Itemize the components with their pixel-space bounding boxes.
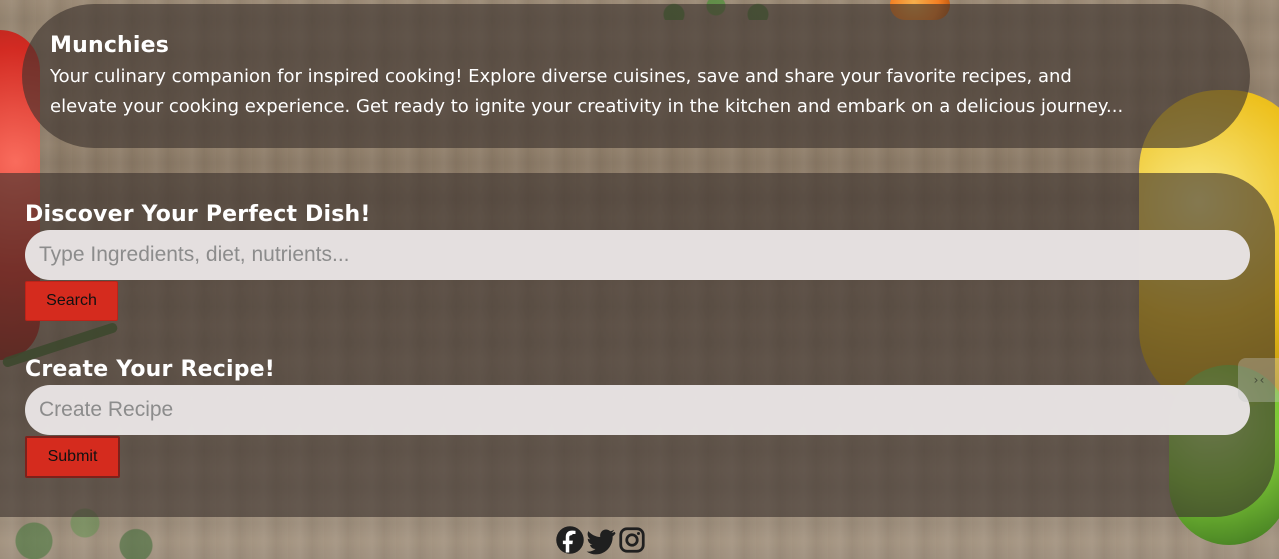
- search-section: Discover Your Perfect Dish! Search: [25, 200, 1250, 321]
- search-button[interactable]: Search: [25, 281, 118, 321]
- create-recipe-input[interactable]: [25, 385, 1250, 435]
- facebook-icon: [556, 526, 584, 554]
- brand-description-line-1: Your culinary companion for inspired coo…: [50, 66, 1072, 87]
- create-section: Create Your Recipe! Submit: [25, 355, 1250, 478]
- brand-description: Your culinary companion for inspired coo…: [50, 62, 1222, 122]
- twitter-link[interactable]: [586, 525, 616, 555]
- brand-title: Munchies: [50, 33, 170, 58]
- search-heading: Discover Your Perfect Dish!: [25, 202, 371, 227]
- collapse-handle-label: ›‹: [1252, 373, 1265, 387]
- collapse-handle[interactable]: ›‹: [1238, 358, 1279, 402]
- create-heading: Create Your Recipe!: [25, 357, 276, 382]
- twitter-icon: [586, 529, 616, 555]
- main-panel: Discover Your Perfect Dish! Search Creat…: [0, 173, 1275, 517]
- brand-description-line-2: elevate your cooking experience. Get rea…: [50, 96, 1124, 117]
- facebook-link[interactable]: [555, 525, 585, 555]
- search-input[interactable]: [25, 230, 1250, 280]
- submit-button[interactable]: Submit: [25, 436, 120, 478]
- site-header: Munchies Your culinary companion for ins…: [22, 4, 1250, 148]
- instagram-icon: [619, 527, 645, 553]
- instagram-link[interactable]: [617, 525, 647, 555]
- social-links: [555, 524, 647, 556]
